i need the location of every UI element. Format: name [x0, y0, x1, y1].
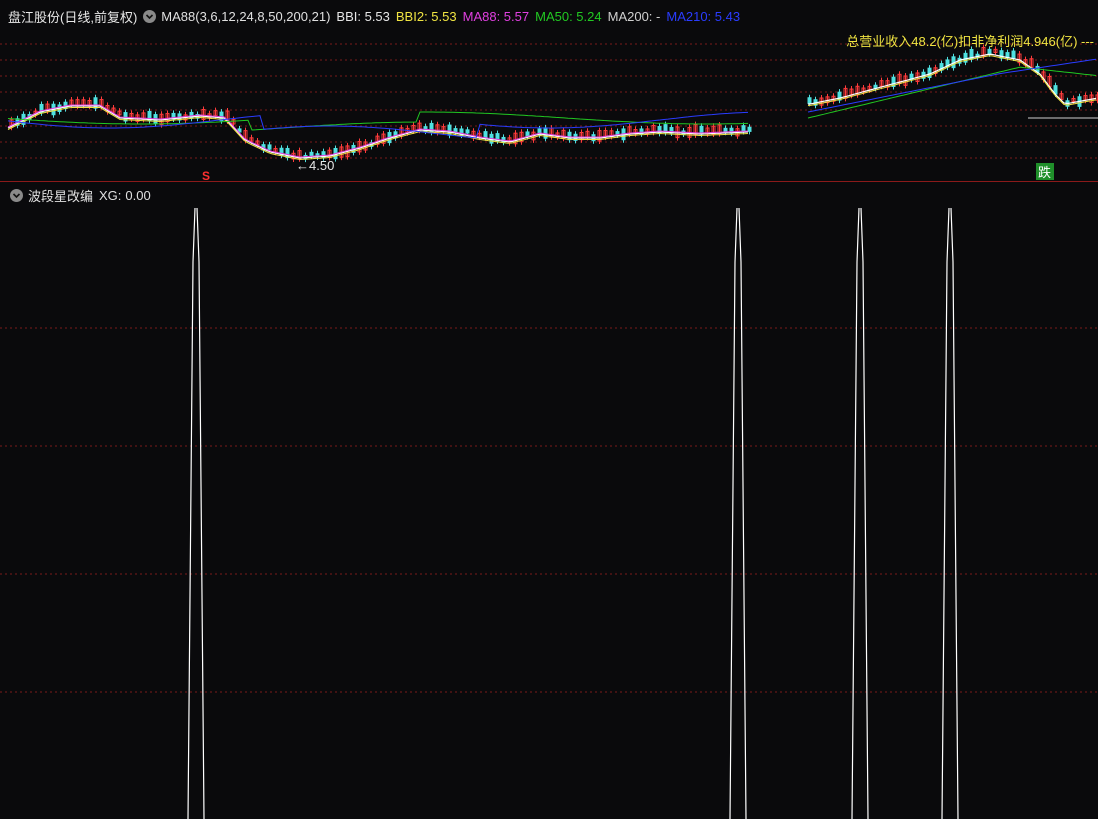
indicator-ma50: MA50: 5.24 [535, 8, 602, 24]
xg-chart[interactable] [0, 182, 1098, 819]
xg-spike [187, 207, 205, 819]
xg-value: 0.00 [125, 187, 151, 203]
indicator-ma200: MA200: - [607, 8, 661, 24]
ma-params: MA88(3,6,12,24,8,50,200,21) [161, 8, 331, 24]
sell-marker: S [202, 169, 210, 182]
indicator-header: 波段星改编 XG: 0.00 [8, 186, 151, 204]
candle-body [465, 129, 470, 134]
chevron-down-icon[interactable] [10, 188, 23, 202]
fall-marker: 跌 [1038, 165, 1051, 181]
main-chart-header: 盘江股份(日线,前复权) MA88(3,6,12,24,8,50,200,21)… [8, 6, 746, 26]
candle-body [483, 131, 488, 139]
indicator-panel[interactable]: 波段星改编 XG: 0.00 [0, 182, 1098, 819]
candle-body [987, 48, 992, 55]
xg-spike [941, 207, 959, 819]
candle-body [1011, 50, 1016, 59]
xg-spike [729, 207, 747, 819]
indicator-bbi: BBI: 5.53 [336, 8, 390, 24]
low-price-label: ←4.50 [296, 158, 334, 173]
indicator-values: BBI: 5.53 BBI2: 5.53 MA88: 5.57 MA50: 5.24 M… [336, 9, 746, 24]
candle-body [567, 131, 572, 141]
chevron-down-icon[interactable] [143, 9, 157, 23]
main-chart-panel[interactable]: ←4.50 S 跌 盘江股份(日线,前复权) MA88(3,6,12,24,8,50… [0, 0, 1098, 182]
price-chart[interactable]: ←4.50 S 跌 [0, 0, 1098, 182]
indicator-bbi2: BBI2: 5.53 [395, 8, 457, 24]
indicator-ma88: MA88: 5.57 [462, 8, 530, 24]
candle-body [267, 144, 272, 150]
xg-label: XG: [99, 187, 122, 203]
indicator-ma210: MA210: 5.43 [666, 8, 741, 24]
indicator-title: 波段星改编 [28, 188, 94, 204]
candle-body [747, 126, 752, 132]
candle-body [807, 97, 812, 104]
candle-body [309, 151, 314, 157]
stock-title: 盘江股份(日线,前复权) [8, 9, 138, 25]
candle-body [741, 125, 746, 132]
xg-spike [851, 207, 869, 819]
revenue-note: 总营业收入48.2(亿)扣非净利润4.946(亿) --- [846, 34, 1094, 49]
